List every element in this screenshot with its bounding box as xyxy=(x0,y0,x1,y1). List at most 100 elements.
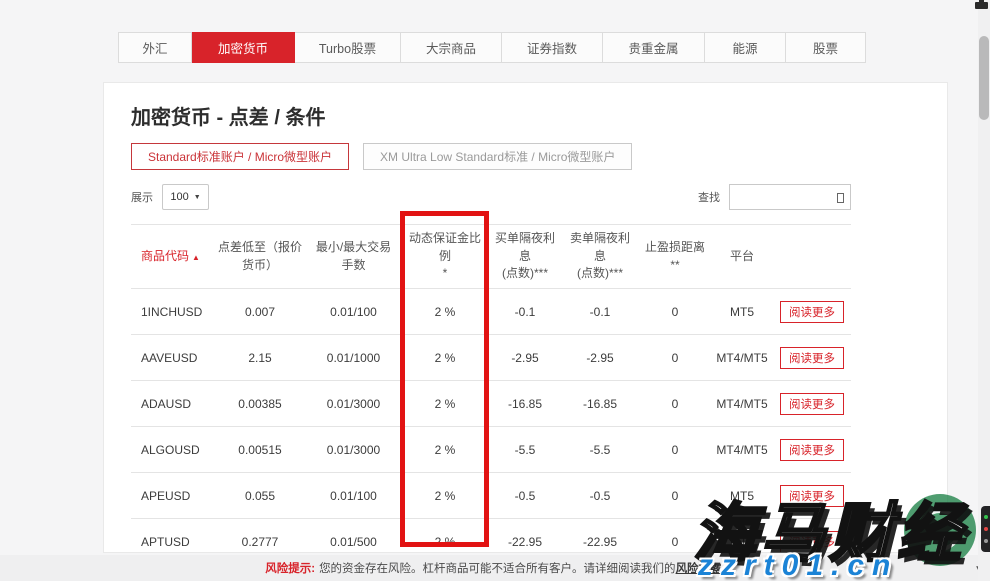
cell-margin: 2 % xyxy=(401,473,489,519)
col-header-label: 最小/最大交易手数 xyxy=(310,239,397,274)
table-row: APTUSD 0.2777 0.01/500 2 % -22.95 -22.95… xyxy=(131,519,851,554)
col-header-label: 点差低至（报价货币） xyxy=(218,239,302,274)
read-more-button[interactable]: 阅读更多 xyxy=(780,347,844,369)
col-header-footnote: ** xyxy=(643,257,707,274)
edge-widget-dot-red xyxy=(984,527,988,531)
cell-swap-short: -22.95 xyxy=(561,519,639,554)
cell-spread: 0.055 xyxy=(214,473,306,519)
cell-limit-stop: 0 xyxy=(639,519,711,554)
tab-turbo-stocks[interactable]: Turbo股票 xyxy=(295,32,401,63)
cell-symbol: ALGOUSD xyxy=(131,427,214,473)
cell-lots: 0.01/3000 xyxy=(306,427,401,473)
tab-label: Turbo股票 xyxy=(319,38,376,57)
cell-swap-long: -16.85 xyxy=(489,381,561,427)
tab-label: 大宗商品 xyxy=(426,38,476,57)
cell-lots: 0.01/1000 xyxy=(306,335,401,381)
cell-swap-short: -0.5 xyxy=(561,473,639,519)
read-more-button[interactable]: 阅读更多 xyxy=(780,485,844,507)
tab-commodities[interactable]: 大宗商品 xyxy=(401,32,502,63)
cell-limit-stop: 0 xyxy=(639,335,711,381)
col-header-label: 平台 xyxy=(715,248,769,265)
col-header-footnote: (点数)*** xyxy=(493,265,557,282)
col-header-swap-short[interactable]: 卖单隔夜利息(点数)*** xyxy=(561,225,639,289)
cell-platform: MT5 xyxy=(711,519,773,554)
cell-margin: 2 % xyxy=(401,427,489,473)
col-header-label: 商品代码 xyxy=(141,249,189,263)
col-header-lots[interactable]: 最小/最大交易手数 xyxy=(306,225,401,289)
col-header-label: 买单隔夜利息 xyxy=(493,230,557,265)
col-header-platform[interactable]: 平台 xyxy=(711,225,773,289)
cell-symbol: APTUSD xyxy=(131,519,214,554)
tab-label: 股票 xyxy=(813,38,838,57)
cell-limit-stop: 0 xyxy=(639,381,711,427)
cell-actions: 阅读更多 xyxy=(773,519,851,554)
page-size-select[interactable]: 100 ▼ xyxy=(162,184,209,210)
col-header-swap-long[interactable]: 买单隔夜利息(点数)*** xyxy=(489,225,561,289)
risk-warning-bar: 风险提示: 您的资金存在风险。杠杆商品可能不适合所有客户。请详细阅读我们的 风险… xyxy=(0,555,990,581)
tab-label: 证券指数 xyxy=(527,38,577,57)
tab-precious-metals[interactable]: 贵重金属 xyxy=(603,32,705,63)
read-more-button[interactable]: 阅读更多 xyxy=(780,439,844,461)
cell-spread: 2.15 xyxy=(214,335,306,381)
scrollbar-thumb[interactable] xyxy=(979,36,989,120)
col-header-footnote: (点数)*** xyxy=(565,265,635,282)
tab-crypto[interactable]: 加密货币 xyxy=(192,32,295,63)
cell-margin: 2 % xyxy=(401,289,489,335)
search-input[interactable] xyxy=(730,185,850,209)
tab-shares[interactable]: 股票 xyxy=(786,32,866,63)
cell-actions: 阅读更多 xyxy=(773,473,851,519)
account-ultra-low-button[interactable]: XM Ultra Low Standard标准 / Micro微型账户 xyxy=(363,143,632,170)
col-header-margin[interactable]: 动态保证金比例* xyxy=(401,225,489,289)
cell-swap-short: -5.5 xyxy=(561,427,639,473)
cell-symbol: AAVEUSD xyxy=(131,335,214,381)
col-header-actions xyxy=(773,225,851,289)
page-size-value: 100 xyxy=(170,191,188,203)
tab-forex[interactable]: 外汇 xyxy=(118,32,192,63)
read-more-button[interactable]: 阅读更多 xyxy=(780,301,844,323)
cell-symbol: ADAUSD xyxy=(131,381,214,427)
cell-platform: MT5 xyxy=(711,289,773,335)
cell-margin: 2 % xyxy=(401,519,489,554)
cell-swap-short: -2.95 xyxy=(561,335,639,381)
search-label: 查找 xyxy=(698,189,720,205)
chevron-down-icon: ▼ xyxy=(194,194,201,201)
table-row: ALGOUSD 0.00515 0.01/3000 2 % -5.5 -5.5 … xyxy=(131,427,851,473)
read-more-button[interactable]: 阅读更多 xyxy=(780,393,844,415)
account-type-switch: Standard标准账户 / Micro微型账户 XM Ultra Low St… xyxy=(131,143,947,170)
col-header-label: 动态保证金比例 xyxy=(405,230,485,265)
cell-spread: 0.00515 xyxy=(214,427,306,473)
risk-warning-label: 风险提示: xyxy=(265,560,315,576)
cell-margin: 2 % xyxy=(401,381,489,427)
cell-symbol: 1INCHUSD xyxy=(131,289,214,335)
scrollbar-track[interactable] xyxy=(978,0,990,581)
read-more-button[interactable]: 阅读更多 xyxy=(780,531,844,553)
show-label: 展示 xyxy=(131,189,153,205)
cell-swap-short: -0.1 xyxy=(561,289,639,335)
cell-limit-stop: 0 xyxy=(639,427,711,473)
instrument-tabbar: 外汇 加密货币 Turbo股票 大宗商品 证券指数 贵重金属 能源 股票 xyxy=(118,32,866,63)
scroll-top-icon xyxy=(975,2,988,9)
edge-widget[interactable] xyxy=(981,506,990,552)
risk-disclosure-link[interactable]: 风险披露 xyxy=(676,560,722,576)
account-standard-micro-button[interactable]: Standard标准账户 / Micro微型账户 xyxy=(131,143,349,170)
cell-swap-long: -2.95 xyxy=(489,335,561,381)
cell-lots: 0.01/500 xyxy=(306,519,401,554)
page: 外汇 加密货币 Turbo股票 大宗商品 证券指数 贵重金属 能源 股票 加密货… xyxy=(0,0,990,581)
search-group: 查找 xyxy=(698,184,851,210)
col-header-symbol[interactable]: 商品代码▲ xyxy=(131,225,214,289)
cell-swap-long: -0.1 xyxy=(489,289,561,335)
risk-warning-suffix: . xyxy=(722,562,725,574)
search-icon xyxy=(837,193,844,203)
tab-label: 外汇 xyxy=(142,38,167,57)
tab-energies[interactable]: 能源 xyxy=(705,32,786,63)
cell-actions: 阅读更多 xyxy=(773,289,851,335)
cell-spread: 0.2777 xyxy=(214,519,306,554)
tab-label: 贵重金属 xyxy=(628,38,678,57)
spreads-table: 商品代码▲ 点差低至（报价货币） 最小/最大交易手数 动态保证金比例* 买单隔夜… xyxy=(131,224,851,553)
cell-actions: 阅读更多 xyxy=(773,335,851,381)
col-header-spread[interactable]: 点差低至（报价货币） xyxy=(214,225,306,289)
col-header-limit-stop[interactable]: 止盈损距离** xyxy=(639,225,711,289)
tab-equity-indices[interactable]: 证券指数 xyxy=(502,32,603,63)
cell-swap-long: -22.95 xyxy=(489,519,561,554)
col-header-footnote: * xyxy=(405,265,485,282)
